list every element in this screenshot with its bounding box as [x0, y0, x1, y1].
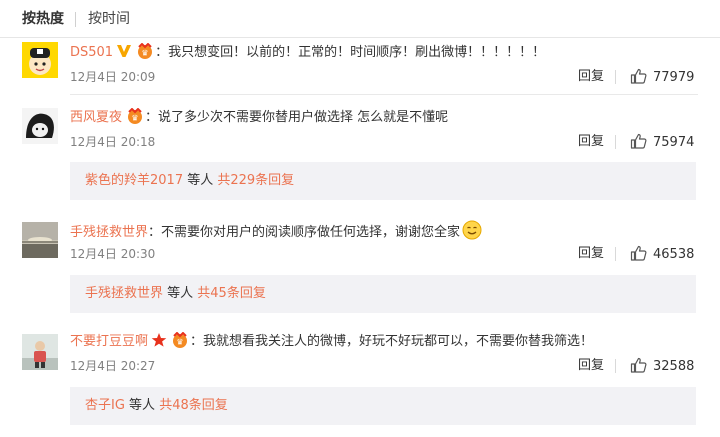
comment-time: 12月4日 20:09	[70, 70, 156, 84]
like-count: 75974	[653, 135, 695, 150]
comment-username[interactable]: 手残拯救世界	[70, 225, 148, 240]
reply-button[interactable]: 回复	[578, 246, 604, 261]
sub-replies-box[interactable]: 手残拯救世界 等人 共45条回复	[70, 275, 696, 313]
reply-button[interactable]: 回复	[578, 69, 604, 84]
comment-text: 我就想看我关注人的微博，好玩不好玩都可以，不需要你替我筛选！	[203, 334, 594, 349]
action-divider	[615, 70, 616, 84]
like-count: 77979	[653, 70, 695, 85]
thumbs-up-icon	[630, 68, 647, 84]
sort-by-hot-tab[interactable]: 按热度	[22, 11, 64, 27]
comment-separator: ：	[155, 45, 169, 60]
sub-replies-box[interactable]: 紫色的羚羊2017 等人 共229条回复	[70, 162, 696, 200]
verified-v-icon[interactable]	[116, 43, 132, 64]
sort-by-time-tab[interactable]: 按时间	[88, 11, 130, 27]
member-badge-icon[interactable]: ♛	[135, 42, 155, 64]
comment-separator: ：	[190, 334, 204, 349]
comment-text: 我只想变回！以前的！正常的！时间顺序！刷出微博！！！！！！	[168, 45, 546, 60]
comment-line: 手残拯救世界：不需要你对用户的阅读顺序做任何选择，谢谢您全家	[70, 220, 482, 245]
comment-separator: ：	[145, 110, 159, 125]
sub-reply-count-link[interactable]: 共45条回复	[197, 286, 266, 301]
comment-time: 12月4日 20:27	[70, 359, 156, 373]
comment-text: 不需要你对用户的阅读顺序做任何选择，谢谢您全家	[161, 225, 461, 240]
comment-separator: ：	[148, 225, 162, 240]
thumbs-up-icon	[630, 245, 647, 261]
like-button[interactable]: 75974	[630, 133, 694, 151]
sub-reply-mid: 等人	[183, 173, 218, 188]
sub-reply-mid: 等人	[124, 398, 160, 413]
member-badge-icon[interactable]: ♛	[170, 331, 190, 353]
like-count: 32588	[653, 359, 695, 374]
action-divider	[615, 359, 616, 373]
like-button[interactable]: 32588	[630, 357, 694, 375]
comment-username[interactable]: 不要打豆豆啊	[70, 334, 148, 349]
avatar[interactable]	[22, 42, 58, 78]
sub-replies-summary: 紫色的羚羊2017 等人 共229条回复	[85, 173, 294, 189]
comment-username[interactable]: DS501	[70, 45, 113, 60]
sub-reply-user[interactable]: 杏子IG	[85, 398, 125, 413]
svg-text:♛: ♛	[141, 49, 148, 58]
sub-reply-user[interactable]: 手残拯救世界	[85, 286, 163, 301]
like-count: 46538	[653, 247, 695, 262]
svg-text:♛: ♛	[176, 338, 183, 347]
action-divider	[615, 247, 616, 261]
sort-bar: 按热度 按时间	[0, 0, 720, 38]
avatar[interactable]	[22, 222, 58, 258]
sub-reply-user[interactable]: 紫色的羚羊2017	[85, 173, 183, 188]
thumbs-up-icon	[630, 133, 647, 149]
comment-time: 12月4日 20:18	[70, 135, 156, 149]
action-divider	[615, 135, 616, 149]
sub-replies-summary: 杏子IG 等人 共48条回复	[85, 398, 228, 414]
comment-time: 12月4日 20:30	[70, 247, 156, 261]
comment-username[interactable]: 西风夏夜	[70, 110, 122, 125]
member-badge-icon[interactable]: ♛	[125, 107, 145, 129]
sub-reply-count-link[interactable]: 共229条回复	[217, 173, 294, 188]
reply-button[interactable]: 回复	[578, 358, 604, 373]
smile-emoji-icon	[462, 220, 482, 245]
like-button[interactable]: 46538	[630, 245, 694, 263]
comment-divider	[70, 94, 698, 95]
svg-text:♛: ♛	[131, 114, 138, 123]
sort-divider	[75, 12, 76, 27]
reply-button[interactable]: 回复	[578, 134, 604, 149]
comment-line: 西风夏夜 ♛ ：说了多少次不需要你替用户做选择 怎么就是不懂呢	[70, 107, 449, 129]
sub-replies-summary: 手残拯救世界 等人 共45条回复	[85, 286, 266, 302]
sub-replies-box[interactable]: 杏子IG 等人 共48条回复	[70, 387, 696, 425]
star-badge-icon[interactable]	[151, 332, 167, 353]
sub-reply-mid: 等人	[163, 286, 198, 301]
comment-text: 说了多少次不需要你替用户做选择 怎么就是不懂呢	[158, 110, 449, 125]
avatar[interactable]	[22, 334, 58, 370]
comment-line: DS501 ♛ ：我只想变回！以前的！正常的！时间顺序！刷出微博！！！！！！	[70, 42, 546, 64]
thumbs-up-icon	[630, 357, 647, 373]
avatar[interactable]	[22, 108, 58, 144]
comment-line: 不要打豆豆啊 ♛ ：我就想看我关注人的微博，好玩不好玩都可以，不需要你替我筛选！	[70, 331, 594, 353]
like-button[interactable]: 77979	[630, 68, 694, 86]
sub-reply-count-link[interactable]: 共48条回复	[159, 398, 228, 413]
